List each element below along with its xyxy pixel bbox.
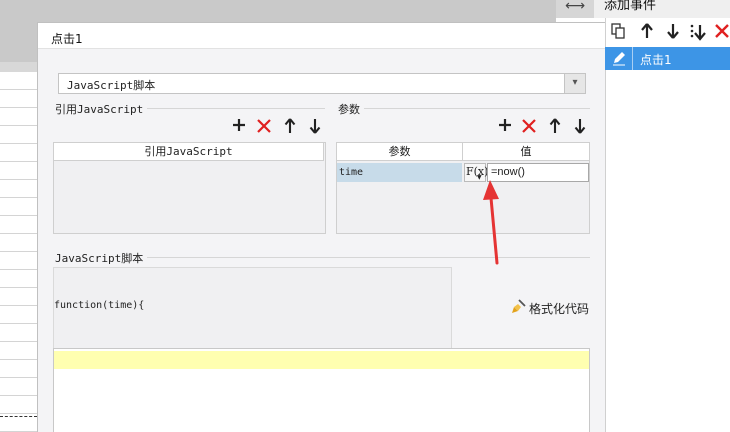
- script-section-label: JavaScript脚本: [55, 250, 148, 266]
- ref-move-down-icon[interactable]: [307, 118, 323, 136]
- ref-js-column-header[interactable]: 引用JavaScript: [54, 143, 324, 161]
- chevron-down-icon[interactable]: ▾: [564, 74, 585, 93]
- ref-js-list[interactable]: 引用JavaScript: [53, 142, 326, 234]
- param-name-cell[interactable]: time: [337, 163, 462, 182]
- event-item-label: 点击1: [640, 53, 672, 67]
- script-type-value: JavaScript脚本: [67, 79, 156, 92]
- param-table: 参数 值: [336, 142, 590, 234]
- ref-move-up-icon[interactable]: [282, 118, 298, 136]
- formula-button[interactable]: F(x) ▼: [464, 163, 488, 182]
- event-dialog: 点击1 JavaScript脚本 ▾ 引用JavaScript 引用JavaSc…: [37, 22, 605, 432]
- param-delete-icon[interactable]: [521, 118, 537, 136]
- param-section-label: 参数: [338, 101, 364, 117]
- param-move-down-icon[interactable]: [572, 118, 588, 136]
- ref-delete-icon[interactable]: [256, 118, 272, 136]
- param-name-column-header[interactable]: 参数: [337, 143, 463, 161]
- script-type-select[interactable]: JavaScript脚本 ▾: [58, 73, 586, 94]
- copy-icon[interactable]: [609, 23, 627, 41]
- script-editor[interactable]: [53, 348, 590, 432]
- resize-icon[interactable]: ⟷: [556, 0, 594, 18]
- dialog-title: 点击1: [51, 32, 83, 46]
- event-panel: [605, 18, 730, 432]
- move-bottom-icon[interactable]: [689, 23, 707, 41]
- background-strip: [0, 62, 37, 72]
- param-section-divider: [338, 108, 590, 109]
- ref-add-icon[interactable]: [231, 118, 247, 136]
- param-add-icon[interactable]: [497, 118, 513, 136]
- function-signature: function(time){: [54, 300, 145, 311]
- edit-icon: [611, 50, 627, 66]
- ref-section-label: 引用JavaScript: [55, 101, 148, 117]
- delete-icon[interactable]: [713, 23, 730, 41]
- format-code-label: 格式化代码: [529, 302, 590, 316]
- background-spreadsheet-grid: [0, 72, 37, 432]
- param-value-column-header[interactable]: 值: [463, 143, 589, 161]
- event-toolbar: [605, 20, 730, 46]
- event-list-item[interactable]: 点击1: [605, 47, 730, 70]
- param-value-input[interactable]: =now(): [487, 163, 589, 182]
- param-move-up-icon[interactable]: [547, 118, 563, 136]
- arrow-up-icon[interactable]: [638, 23, 656, 41]
- arrow-down-icon[interactable]: [664, 23, 682, 41]
- add-event-title: 添加事件: [594, 0, 730, 18]
- dialog-header: 点击1: [38, 23, 605, 49]
- broom-icon: [510, 299, 526, 319]
- current-line-highlight: [54, 351, 589, 369]
